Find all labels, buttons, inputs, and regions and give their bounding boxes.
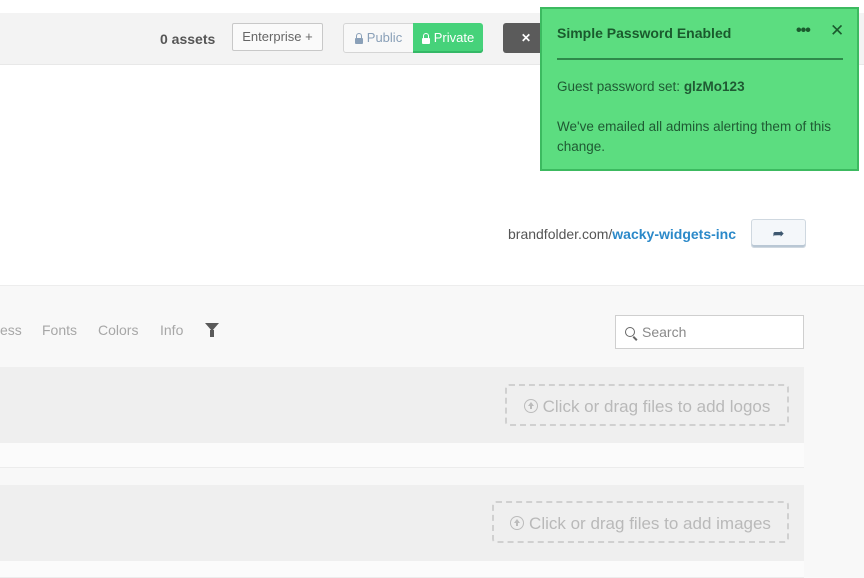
toast-title: Simple Password Enabled (557, 25, 732, 41)
upload-icon (523, 399, 538, 413)
upload-icon (510, 516, 525, 530)
images-section-body (0, 561, 804, 578)
share-arrow-icon: ➦ (772, 225, 785, 241)
expand-icon: ✕ (521, 31, 532, 45)
more-options-icon[interactable]: ••• (796, 22, 811, 40)
toast-password-line: Guest password set: glzMo123 (557, 77, 745, 97)
public-label: Public (366, 30, 403, 45)
nav-item-info[interactable]: Info (160, 322, 183, 338)
share-button[interactable]: ➦ (751, 219, 806, 248)
private-label: Private (433, 30, 475, 45)
logos-section-body (0, 443, 804, 468)
nav-item-fonts[interactable]: Fonts (42, 322, 77, 338)
notification-toast: Simple Password Enabled ••• ✕ Guest pass… (540, 7, 859, 171)
url-slug-link[interactable]: wacky-widgets-inc (612, 226, 736, 242)
private-toggle[interactable]: Private (413, 23, 483, 53)
nav-item-business[interactable]: ess (0, 322, 22, 338)
asset-count: 0 assets (160, 31, 216, 47)
lock-icon (421, 33, 430, 44)
images-dropzone-label: Click or drag files to add images (529, 514, 771, 533)
search-input[interactable]: Search (615, 315, 804, 349)
unlock-icon (354, 33, 363, 44)
close-icon[interactable]: ✕ (830, 21, 844, 41)
guest-password-label: Guest password set: (557, 79, 684, 94)
filter-icon[interactable] (205, 323, 219, 337)
share-url: brandfolder.com/wacky-widgets-inc (508, 226, 736, 242)
url-prefix: brandfolder.com/ (508, 226, 613, 242)
nav-item-colors[interactable]: Colors (98, 322, 138, 338)
toast-message: We've emailed all admins alerting them o… (557, 119, 831, 154)
logos-dropzone[interactable]: Click or drag files to add logos (505, 384, 789, 426)
search-icon (625, 327, 635, 337)
enterprise-plan-button[interactable]: Enterprise + (232, 23, 323, 51)
toast-divider (557, 58, 843, 60)
logos-dropzone-label: Click or drag files to add logos (542, 397, 771, 416)
guest-password-value: glzMo123 (683, 79, 745, 94)
fullscreen-button[interactable]: ✕ (503, 23, 543, 53)
search-placeholder: Search (642, 324, 687, 340)
images-dropzone[interactable]: Click or drag files to add images (492, 501, 789, 543)
public-toggle[interactable]: Public (343, 23, 414, 53)
